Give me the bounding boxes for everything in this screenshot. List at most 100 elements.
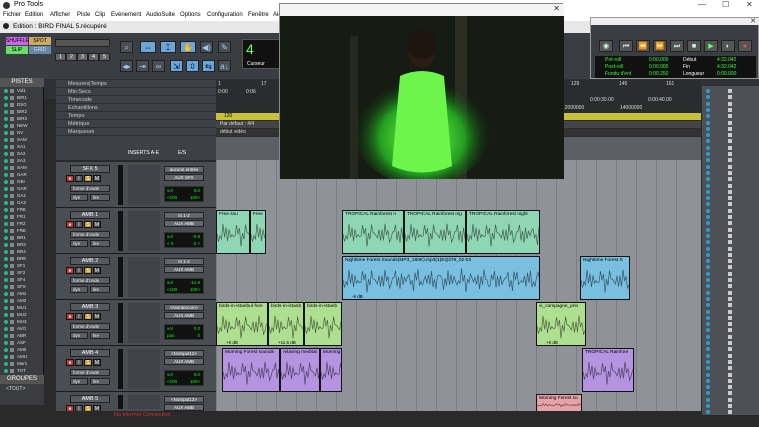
- track-active-icon[interactable]: [10, 187, 14, 191]
- track-list-item[interactable]: BR4: [0, 249, 44, 255]
- clip-amb1-a[interactable]: Free sou: [216, 210, 250, 254]
- link-track-icon[interactable]: ⇳: [186, 60, 199, 72]
- ruler-tempo[interactable]: Tempo: [56, 112, 216, 120]
- track-list-item[interactable]: ABR: [0, 333, 44, 339]
- groups-header[interactable]: GROUPES: [0, 375, 44, 384]
- clip-list-item[interactable]: [702, 176, 759, 182]
- track-active-icon[interactable]: [10, 131, 14, 135]
- clip-list-item[interactable]: [702, 107, 759, 113]
- minimize-button[interactable]: —: [698, 0, 706, 9]
- track-active-icon[interactable]: [10, 250, 14, 254]
- track-visible-icon[interactable]: [4, 145, 8, 149]
- clip-list-item[interactable]: [702, 201, 759, 207]
- track-list-item[interactable]: AMU: [0, 354, 44, 360]
- track-active-icon[interactable]: [10, 257, 14, 261]
- output-selector[interactable]: AUX AMB: [164, 404, 204, 411]
- track-list-item[interactable]: MU2: [0, 312, 44, 318]
- track-active-icon[interactable]: [10, 145, 14, 149]
- track-list-item[interactable]: Vid1: [0, 88, 44, 94]
- dyn-selector[interactable]: dyn: [70, 240, 88, 247]
- transport-value[interactable]: 0:00.000: [717, 71, 736, 77]
- ruler-meter[interactable]: Métrique: [56, 120, 216, 128]
- transport-value[interactable]: 0:00.000: [649, 57, 668, 63]
- track-active-icon[interactable]: [10, 306, 14, 310]
- clip-list-item[interactable]: [702, 138, 759, 144]
- track-visible-icon[interactable]: [4, 159, 8, 163]
- output-selector[interactable]: AUX AMB: [164, 358, 204, 365]
- return-to-zero-icon[interactable]: ⏮: [619, 40, 633, 52]
- track-active-icon[interactable]: [10, 138, 14, 142]
- track-active-icon[interactable]: [10, 124, 14, 128]
- clip-amb4-a[interactable]: Morning Forest sounds: [222, 348, 280, 392]
- clip-list-item[interactable]: [702, 101, 759, 107]
- ruler-samples[interactable]: Echantillons: [56, 104, 216, 112]
- clip-list-item[interactable]: [702, 359, 759, 365]
- record-enable-button[interactable]: ●: [66, 359, 74, 366]
- track-header[interactable]: AMB 5 ● I S M <NoInput12> AUX AMB: [56, 392, 216, 412]
- track-name[interactable]: AMB 5: [70, 395, 110, 403]
- track-visible-icon[interactable]: [4, 173, 8, 177]
- volume-pan-box[interactable]: vol 0.0 pan 0: [164, 324, 204, 340]
- track-active-icon[interactable]: [10, 355, 14, 359]
- clip-list-item[interactable]: [702, 315, 759, 321]
- track-list-item[interactable]: BIR2: [0, 109, 44, 115]
- keyfocus-icon[interactable]: a↓: [218, 60, 231, 72]
- track-list-item[interactable]: DSG: [0, 102, 44, 108]
- track-list-item[interactable]: Mar1: [0, 361, 44, 367]
- clip-list-item[interactable]: [702, 309, 759, 315]
- clip-gain[interactable]: -9 dB: [352, 294, 363, 299]
- clip-list-item[interactable]: [702, 170, 759, 176]
- clip-list-item[interactable]: [702, 220, 759, 226]
- stop-icon[interactable]: ■: [687, 40, 701, 52]
- clip-list-item[interactable]: [702, 403, 759, 409]
- track-active-icon[interactable]: [10, 89, 14, 93]
- clip-list-item[interactable]: [702, 227, 759, 233]
- clip-amb1-e[interactable]: TROPICAL Rainforest night: [466, 210, 540, 254]
- track-visible-icon[interactable]: [4, 236, 8, 240]
- inserts-slots[interactable]: [128, 349, 160, 389]
- dyn-selector[interactable]: dyn: [70, 194, 88, 201]
- fast-forward-icon[interactable]: ⏩: [653, 40, 667, 52]
- track-visible-icon[interactable]: [4, 194, 8, 198]
- track-visible-icon[interactable]: [4, 215, 8, 219]
- track-visible-icon[interactable]: [4, 327, 8, 331]
- track-visible-icon[interactable]: [4, 208, 8, 212]
- track-list-item[interactable]: SF2: [0, 270, 44, 276]
- track-list-item[interactable]: BR3: [0, 242, 44, 248]
- track-list-item[interactable]: TOT: [0, 368, 44, 374]
- track-list-item[interactable]: NV: [0, 130, 44, 136]
- clip-list-item[interactable]: [702, 126, 759, 132]
- track-visible-icon[interactable]: [4, 313, 8, 317]
- transport-value[interactable]: 4:32.042: [717, 57, 736, 63]
- volume-pan-box[interactable]: vol 0.0 <100 100>: [164, 370, 204, 386]
- zoom-preset-1[interactable]: 1: [55, 53, 66, 61]
- track-name[interactable]: AMB 1: [70, 211, 110, 219]
- track-list-item[interactable]: SFS: [0, 284, 44, 290]
- slip-mode-button[interactable]: SLIP: [6, 46, 28, 54]
- transport-value[interactable]: 4:32.042: [717, 64, 736, 70]
- clip-gain[interactable]: +0 dB: [226, 340, 238, 345]
- track-list-item[interactable]: AM0: [0, 347, 44, 353]
- track-active-icon[interactable]: [10, 173, 14, 177]
- track-header[interactable]: AMB 1 ● I S M In 1-2 AUX AMB forme d'onde dyn lir…: [56, 208, 216, 254]
- track-active-icon[interactable]: [10, 96, 14, 100]
- track-visible-icon[interactable]: [4, 278, 8, 282]
- clip-list-item[interactable]: [702, 277, 759, 283]
- nudge-left-icon[interactable]: ◂▸: [120, 60, 133, 72]
- grabber-tool-icon[interactable]: ✋: [180, 41, 196, 53]
- clip-list-item[interactable]: [702, 327, 759, 333]
- clip-amb3-b[interactable]: birds-in-istanb +11.5 dB: [268, 302, 304, 346]
- track-visible-icon[interactable]: [4, 250, 8, 254]
- track-list-item[interactable]: BIR1: [0, 95, 44, 101]
- track-visible-icon[interactable]: [4, 166, 8, 170]
- solo-button[interactable]: S: [84, 359, 92, 366]
- clip-gain[interactable]: +11.5 dB: [278, 340, 296, 345]
- input-selector[interactable]: aucune entrée: [164, 166, 204, 173]
- inserts-slots[interactable]: [128, 165, 160, 205]
- solo-button[interactable]: S: [84, 313, 92, 320]
- record-enable-button[interactable]: ●: [66, 221, 74, 228]
- clip-list-item[interactable]: [702, 346, 759, 352]
- track-active-icon[interactable]: [10, 271, 14, 275]
- clip-list-item[interactable]: [702, 334, 759, 340]
- track-name[interactable]: AMB 4: [70, 349, 110, 357]
